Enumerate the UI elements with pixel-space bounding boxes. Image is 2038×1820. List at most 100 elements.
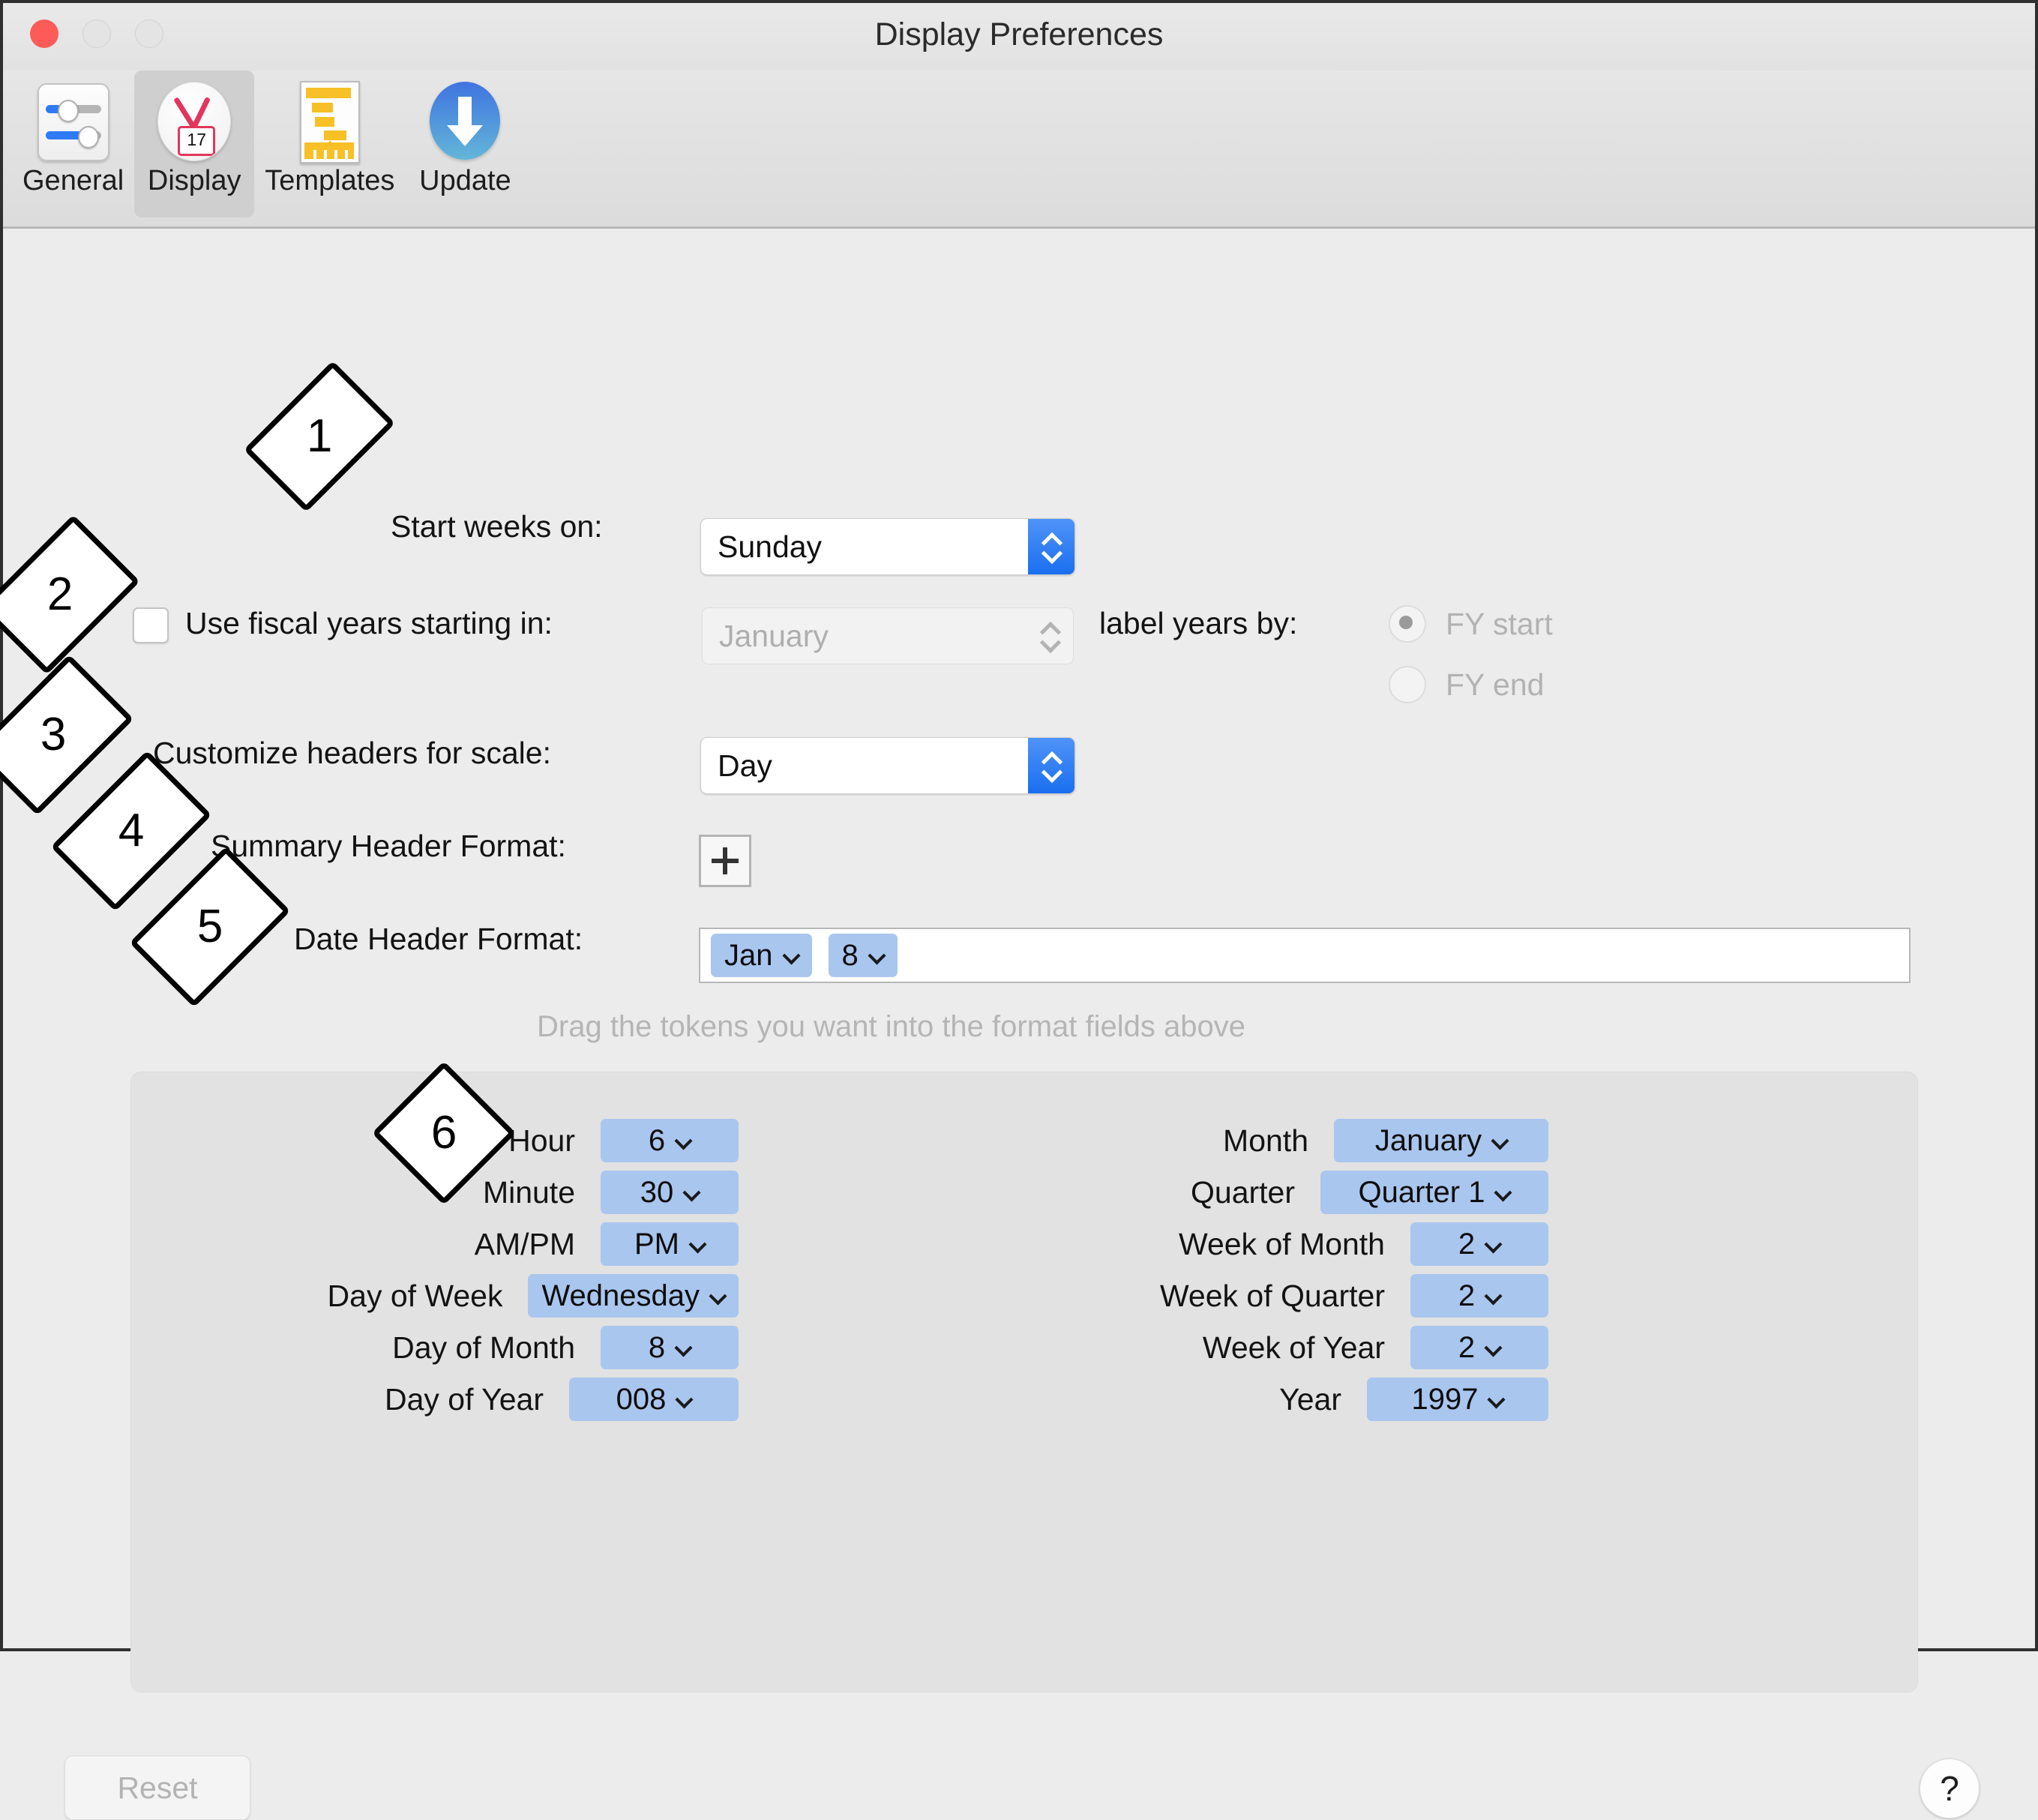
palette-token-week-of-quarter[interactable]: 2 [1410, 1274, 1548, 1318]
palette-token-week-of-year[interactable]: 2 [1410, 1326, 1548, 1369]
start-weeks-label: Start weeks on: [391, 509, 603, 544]
palette-row-day-of-year: Day of Year 008 [221, 1378, 739, 1421]
chevron-down-icon [1041, 638, 1059, 648]
summary-header-row: Summary Header Format: [211, 829, 566, 864]
start-weeks-select[interactable]: Sunday [700, 518, 1075, 575]
customize-headers-row: Customize headers for scale: [153, 736, 551, 771]
palette-token-quarter[interactable]: Quarter 1 [1320, 1171, 1548, 1214]
palette-token-week-of-month-value: 2 [1458, 1227, 1476, 1261]
date-header-format-field[interactable]: Jan 8 [699, 928, 1911, 983]
palette-token-hour[interactable]: 6 [601, 1119, 739, 1162]
palette-token-ampm-value: PM [634, 1227, 679, 1261]
chevron-down-icon [676, 1344, 691, 1352]
palette-token-month[interactable]: January [1334, 1119, 1548, 1162]
chevron-down-icon [1495, 1189, 1510, 1197]
use-fiscal-years-label: Use fiscal years starting in: [185, 606, 553, 640]
palette-row-month: Month January [881, 1119, 1548, 1162]
palette-token-minute[interactable]: 30 [601, 1171, 739, 1214]
palette-token-day-of-week[interactable]: Wednesday [528, 1274, 739, 1318]
label-years-by-row: label years by: [1099, 606, 1297, 641]
chevron-down-icon [690, 1240, 705, 1249]
palette-label-day-of-year: Day of Year [385, 1381, 544, 1417]
sliders-icon [32, 79, 115, 162]
chevron-down-icon [784, 952, 799, 960]
start-weeks-stepper[interactable] [1028, 519, 1074, 574]
customize-headers-select[interactable]: Day [700, 737, 1075, 794]
radio-fy-start[interactable]: FY start [1389, 605, 1553, 643]
label-years-by-label: label years by: [1099, 606, 1298, 640]
toolbar-item-general[interactable]: General [12, 70, 134, 217]
radio-fy-start-indicator[interactable] [1389, 605, 1426, 643]
palette-token-month-value: January [1374, 1123, 1482, 1157]
reset-button-label: Reset [117, 1770, 198, 1805]
help-button[interactable]: ? [1920, 1759, 1980, 1819]
palette-label-hour: Hour [508, 1123, 575, 1158]
chevron-down-icon [1042, 768, 1060, 778]
title-bar: Display Preferences [3, 3, 2035, 70]
palette-row-quarter: Quarter Quarter 1 [881, 1171, 1548, 1214]
palette-token-week-of-year-value: 2 [1458, 1330, 1476, 1364]
fiscal-month-value: January [719, 618, 829, 653]
chevron-down-icon [1492, 1137, 1507, 1145]
use-fiscal-years-checkbox[interactable] [133, 607, 169, 643]
chevron-down-icon [684, 1189, 699, 1197]
palette-label-week-of-month: Week of Month [1179, 1226, 1385, 1261]
palette-label-week-of-quarter: Week of Quarter [1159, 1278, 1385, 1313]
palette-token-year[interactable]: 1997 [1367, 1378, 1548, 1421]
chevron-down-icon [710, 1292, 725, 1300]
toolbar-item-display-label: Display [147, 165, 241, 196]
token-month-abbrev-label: Jan [724, 938, 773, 972]
palette-token-week-of-month[interactable]: 2 [1410, 1222, 1548, 1266]
toolbar-item-update-label: Update [419, 165, 511, 196]
palette-token-day-of-month[interactable]: 8 [601, 1326, 739, 1369]
toolbar-item-general-label: General [22, 165, 124, 196]
start-weeks-row: Start weeks on: [391, 509, 603, 544]
palette-row-day-of-week: Day of Week Wednesday [221, 1274, 739, 1318]
preferences-content: Start weeks on: Sunday Use fiscal years … [0, 229, 2035, 1820]
palette-token-day-of-week-value: Wednesday [541, 1279, 700, 1312]
palette-token-quarter-value: Quarter 1 [1358, 1175, 1485, 1209]
palette-label-quarter: Quarter [1191, 1174, 1295, 1210]
annotation-marker-2: 2 [0, 514, 140, 675]
toolbar: General 17 Display Templates Update [3, 70, 2035, 229]
palette-token-minute-value: 30 [640, 1175, 674, 1209]
palette-token-day-of-year[interactable]: 008 [569, 1378, 739, 1421]
toolbar-item-display[interactable]: 17 Display [134, 70, 255, 217]
palette-token-day-of-year-value: 008 [616, 1382, 667, 1416]
palette-label-ampm: AM/PM [474, 1226, 575, 1261]
token-day-of-month[interactable]: 8 [828, 934, 898, 977]
clock-calendar-icon: 17 [153, 79, 235, 162]
summary-header-label: Summary Header Format: [211, 829, 566, 863]
customize-headers-stepper[interactable] [1028, 738, 1074, 793]
token-day-of-month-label: 8 [841, 938, 859, 972]
chevron-down-icon [1485, 1292, 1500, 1300]
token-month-abbrev[interactable]: Jan [711, 934, 812, 977]
chevron-down-icon [1488, 1396, 1503, 1404]
annotation-marker-1: 1 [243, 360, 396, 513]
add-summary-token-button[interactable] [699, 835, 751, 887]
palette-row-year: Year 1997 [881, 1378, 1548, 1421]
chevron-down-icon [1485, 1344, 1500, 1352]
radio-fy-end[interactable]: FY end [1389, 666, 1544, 703]
download-arrow-icon [424, 79, 506, 162]
start-weeks-value: Sunday [718, 529, 823, 564]
window-title: Display Preferences [874, 16, 1164, 52]
radio-fy-end-indicator[interactable] [1389, 666, 1426, 703]
palette-label-month: Month [1223, 1123, 1308, 1158]
drag-tokens-hint: Drag the tokens you want into the format… [537, 1010, 1245, 1043]
date-header-row: Date Header Format: [294, 922, 583, 957]
palette-label-week-of-year: Week of Year [1202, 1330, 1385, 1365]
fiscal-month-stepper[interactable] [1026, 608, 1073, 664]
palette-row-minute: Minute 30 [221, 1171, 739, 1214]
palette-row-day-of-month: Day of Month 8 [221, 1326, 739, 1369]
customize-headers-value: Day [718, 748, 772, 783]
chevron-down-icon [1485, 1240, 1500, 1249]
chevron-down-icon [1042, 549, 1060, 559]
toolbar-item-templates[interactable]: Templates [254, 70, 405, 217]
fiscal-month-select[interactable]: January [702, 607, 1074, 664]
palette-token-year-value: 1997 [1411, 1382, 1479, 1416]
palette-token-ampm[interactable]: PM [601, 1222, 739, 1266]
palette-row-week-of-quarter: Week of Quarter 2 [881, 1274, 1548, 1318]
reset-button[interactable]: Reset [64, 1756, 250, 1820]
toolbar-item-update[interactable]: Update [405, 70, 525, 217]
